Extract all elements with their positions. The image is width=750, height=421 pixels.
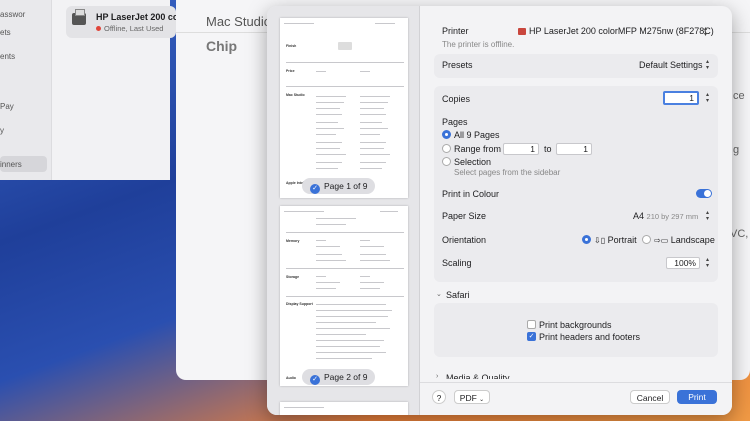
mac-studio-image	[338, 42, 352, 50]
pages-label: Pages	[442, 117, 468, 127]
paper-size-dims: 210 by 297 mm	[646, 212, 699, 221]
page2-label-audio: Audio	[286, 376, 296, 380]
sidebar-item-pay[interactable]: Pay	[0, 102, 14, 111]
pdf-button[interactable]: PDF ⌄	[454, 390, 490, 404]
landscape-option[interactable]: ⇨▭ Landscape	[654, 235, 715, 245]
page1-label-price: Price	[286, 69, 295, 73]
printer-card-status: Offline, Last Used	[96, 24, 163, 33]
print-headers-checkbox[interactable]: ✓	[527, 332, 536, 341]
help-button[interactable]: ?	[432, 390, 446, 404]
page1-badge[interactable]: ✓ Page 1 of 9	[302, 178, 376, 194]
page1-badge-text: Page 1 of 9	[324, 181, 368, 191]
media-disclosure-icon[interactable]: ›	[436, 373, 438, 380]
printer-select-value: HP LaserJet 200 colorMFP M275nw (8F278C)	[529, 26, 714, 36]
printer-status-text: Offline, Last Used	[104, 24, 164, 33]
offline-dot-icon	[96, 26, 101, 31]
sidebar-item-wallets[interactable]: ets	[0, 28, 11, 37]
sidebar-item-y[interactable]: y	[0, 126, 4, 135]
colour-label: Print in Colour	[442, 189, 500, 199]
landscape-radio[interactable]	[642, 235, 651, 244]
portrait-icon: ⇩▯	[594, 236, 606, 245]
all-pages-label: All 9 Pages	[454, 130, 500, 140]
page2-badge[interactable]: ✓ Page 2 of 9	[302, 369, 376, 385]
paper-size-value: A4	[633, 211, 645, 221]
checkmark-icon: ✓	[310, 184, 320, 194]
background-edge-text-2: g	[733, 144, 740, 156]
range-end-input[interactable]: 1	[556, 143, 592, 155]
print-preview-sidebar[interactable]: Finish Price Mac Studio Apple Intelligen…	[267, 6, 420, 415]
range-start-input[interactable]: 1	[503, 143, 539, 155]
presets-chevron-icon[interactable]: ▴ ▾	[704, 59, 711, 72]
portrait-radio[interactable]	[582, 235, 591, 244]
printer-icon	[72, 9, 86, 25]
orientation-label: Orientation	[442, 235, 487, 245]
portrait-option[interactable]: ⇩▯ Portrait	[594, 235, 637, 245]
printer-color-icon	[518, 28, 526, 35]
all-pages-radio[interactable]	[442, 130, 451, 139]
print-headers-label: Print headers and footers	[539, 332, 641, 342]
presets-select[interactable]: Default Settings	[639, 60, 703, 70]
copies-input[interactable]: 1	[663, 91, 699, 105]
range-from-label: Range from	[454, 144, 502, 154]
page2-label-storage: Storage	[286, 275, 300, 279]
print-dialog: Finish Price Mac Studio Apple Intelligen…	[267, 6, 732, 415]
scaling-label: Scaling	[442, 258, 472, 268]
landscape-label: Landscape	[670, 235, 715, 245]
scaling-input[interactable]: 100%	[666, 257, 700, 269]
copies-stepper[interactable]: ▴ ▾	[704, 92, 711, 105]
page1-label-finish: Finish	[286, 44, 297, 48]
settings-window: asswor ets ents Pay y inners HP LaserJet…	[0, 0, 190, 180]
page2-label-display-support: Display Support	[286, 302, 313, 306]
page2-badge-text: Page 2 of 9	[324, 372, 368, 382]
selection-hint: Select pages from the sidebar	[454, 168, 561, 177]
printer-label: Printer	[442, 26, 469, 36]
background-edge-text-1: ce	[733, 90, 745, 102]
landscape-icon: ⇨▭	[654, 236, 669, 245]
print-options: Printer HP LaserJet 200 colorMFP M275nw …	[420, 6, 732, 415]
paper-size-select[interactable]: A4 210 by 297 mm	[633, 211, 698, 221]
settings-sidebar: asswor ets ents Pay y inners	[0, 0, 52, 180]
sidebar-item-printers[interactable]: inners	[0, 156, 47, 172]
print-button[interactable]: Print	[677, 390, 717, 404]
printer-card[interactable]: HP LaserJet 200 color Offline, Last Used	[66, 6, 190, 38]
sidebar-item-passwords[interactable]: asswor	[0, 10, 25, 19]
pdf-chevron-icon: ⌄	[479, 397, 485, 403]
safari-section-title[interactable]: Safari	[446, 290, 470, 300]
portrait-label: Portrait	[607, 235, 637, 245]
page2-label-memory: Memory	[286, 239, 300, 243]
media-section-title[interactable]: Media & Quality	[446, 373, 510, 379]
colour-toggle[interactable]	[696, 189, 712, 198]
copies-label: Copies	[442, 94, 471, 104]
background-title: Mac Studio	[206, 14, 272, 29]
range-to-label: to	[544, 144, 552, 154]
print-backgrounds-checkbox[interactable]	[527, 320, 536, 329]
preview-page-1[interactable]: Finish Price Mac Studio Apple Intelligen…	[280, 18, 408, 198]
printer-select[interactable]: HP LaserJet 200 colorMFP M275nw (8F278C)	[518, 26, 714, 36]
sidebar-item-accounts[interactable]: ents	[0, 52, 15, 61]
preview-page-2[interactable]: Memory Storage Display Support Audio	[280, 206, 408, 386]
presets-label: Presets	[442, 60, 473, 70]
print-backgrounds-label: Print backgrounds	[539, 320, 612, 330]
background-subtitle: Chip	[206, 38, 238, 54]
paper-chevron-icon[interactable]: ▴ ▾	[704, 210, 711, 223]
main-options-section	[434, 86, 718, 282]
cancel-button[interactable]: Cancel	[630, 390, 670, 404]
preview-page-3[interactable]	[280, 402, 408, 415]
background-edge-text-3: VC,	[730, 228, 749, 240]
safari-disclosure-icon[interactable]: ⌄	[436, 290, 442, 298]
selection-label: Selection	[454, 157, 492, 167]
pdf-label: PDF	[459, 393, 477, 403]
page1-label-mac-studio: Mac Studio	[286, 93, 305, 97]
scaling-stepper[interactable]: ▴ ▾	[704, 257, 711, 270]
safari-section	[434, 303, 718, 357]
paper-size-label: Paper Size	[442, 211, 487, 221]
selection-radio[interactable]	[442, 157, 451, 166]
checkmark-icon: ✓	[310, 375, 320, 385]
printer-chevron-icon[interactable]: ▴ ▾	[702, 26, 709, 39]
printer-offline-text: The printer is offline.	[442, 40, 515, 49]
range-radio[interactable]	[442, 144, 451, 153]
